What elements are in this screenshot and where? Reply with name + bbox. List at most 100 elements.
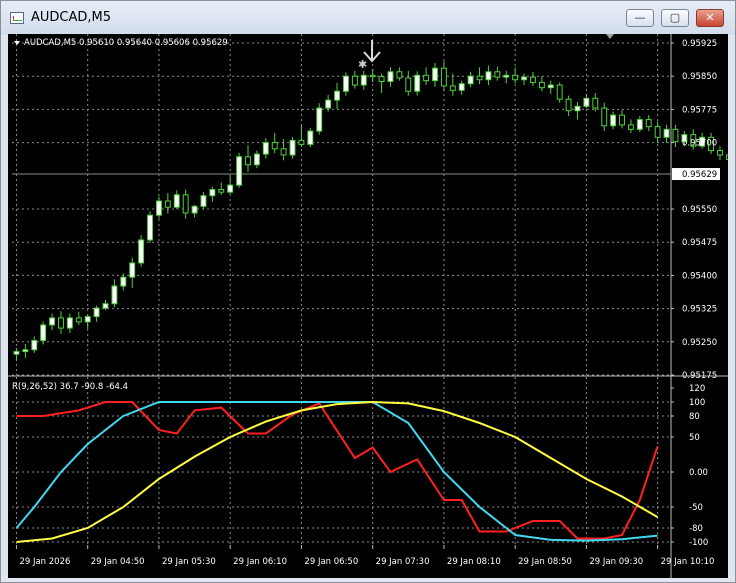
candle-body <box>262 142 269 155</box>
candle-body <box>245 156 251 166</box>
chart-area[interactable]: 0.95925 0.95850 0.95775 0.95700 0.95550 0.954… <box>8 34 728 578</box>
candle-body <box>512 74 519 81</box>
candle-body <box>725 154 728 160</box>
candle-body <box>636 119 643 130</box>
price-tick-label: 0.95925 <box>682 39 717 49</box>
candle-body <box>521 76 528 81</box>
maximize-icon: ▢ <box>669 11 681 24</box>
candle-body <box>307 130 314 145</box>
candle-body <box>717 150 723 156</box>
price-tick-label: 0.95700 <box>682 139 717 149</box>
time-tick-label: 29 Jan 05:30 <box>162 557 216 567</box>
minimize-button[interactable]: — <box>626 9 654 27</box>
indicator-tick-label: 120 <box>689 384 705 394</box>
indicator-tick-label: 0.00 <box>689 468 708 478</box>
price-tick-label: 0.95850 <box>682 72 717 82</box>
candle-body <box>209 189 216 197</box>
time-tick-label: 29 Jan 08:50 <box>518 557 572 567</box>
time-tick-label: 29 Jan 10:10 <box>661 557 715 567</box>
candle-body <box>414 74 421 92</box>
candle-body <box>218 189 225 193</box>
price-tick-label: 0.95400 <box>682 271 717 281</box>
candle-body <box>236 156 243 186</box>
candle-body <box>530 76 536 83</box>
candle-body <box>538 81 545 89</box>
candle-body <box>672 128 679 143</box>
candle-body <box>191 205 198 214</box>
candle-body <box>494 71 501 78</box>
time-tick-label: 29 Jan 2026 <box>19 557 70 567</box>
candle-body <box>325 99 332 109</box>
price-tick-label: 0.95250 <box>682 338 717 348</box>
candle-body <box>280 148 287 156</box>
chart-window-icon <box>10 12 24 24</box>
candle-body <box>31 339 38 351</box>
indicator-tick-label: -100 <box>689 538 708 548</box>
candle-body <box>120 276 127 287</box>
candle-body <box>619 114 625 126</box>
indicator-tick-label: -50 <box>689 503 703 513</box>
time-tick-label: 29 Jan 09:30 <box>589 557 643 567</box>
title-bar[interactable]: AUDCAD,M5 — ▢ ✕ <box>1 1 735 35</box>
window-title: AUDCAD,M5 <box>31 10 112 25</box>
candle-body <box>440 67 447 87</box>
time-tick-label: 29 Jan 06:10 <box>233 557 287 567</box>
candle-body <box>627 124 634 130</box>
indicator-tick-label: 100 <box>689 398 705 408</box>
close-button[interactable]: ✕ <box>696 9 724 27</box>
candle-body <box>84 316 91 323</box>
candle-body <box>200 195 207 207</box>
candle-body <box>147 214 153 241</box>
price-tick-label: 0.95775 <box>682 105 717 115</box>
indicator-header: R(9,26,52) 36.7 -90.8 -64.4 <box>12 382 128 392</box>
candle-body <box>58 317 64 329</box>
candle-body <box>458 83 465 91</box>
indicator-tick-label: 80 <box>689 412 700 422</box>
candle-body <box>360 74 367 86</box>
candle-body <box>387 71 394 83</box>
price-tick-label: 0.95475 <box>682 238 717 248</box>
candle-body <box>476 75 483 81</box>
candle-body <box>574 105 581 112</box>
candle-body <box>592 97 599 109</box>
candle-body <box>645 119 652 128</box>
candle-body <box>155 200 162 216</box>
candle-body <box>547 84 554 89</box>
time-tick-label: 29 Jan 06:50 <box>304 557 358 567</box>
candle-body <box>13 351 20 355</box>
current-price-label: 0.95629 <box>682 170 717 180</box>
candle-body <box>316 107 323 132</box>
candle-body <box>49 317 56 326</box>
candle-body <box>173 194 180 208</box>
candle-body <box>66 317 73 329</box>
candle-body <box>182 194 189 214</box>
indicator-tick-label: -80 <box>689 524 703 534</box>
candle-body <box>467 75 474 85</box>
candle-body <box>253 153 260 166</box>
candle-body <box>102 303 109 309</box>
candle-body <box>449 85 456 91</box>
candle-body <box>111 285 118 305</box>
candle-body <box>298 139 305 145</box>
minimize-icon: — <box>634 11 646 24</box>
candle-body <box>129 262 136 278</box>
candle-body <box>138 239 145 264</box>
close-icon: ✕ <box>705 11 715 24</box>
time-tick-label: 29 Jan 07:30 <box>376 557 430 567</box>
time-tick-label: 29 Jan 08:10 <box>447 557 501 567</box>
candle-body <box>601 107 608 127</box>
time-tick-label: 29 Jan 04:50 <box>91 557 145 567</box>
price-tick-label: 0.95550 <box>682 205 717 215</box>
candle-body <box>432 67 438 82</box>
candle-body <box>583 97 590 107</box>
price-header: AUDCAD,M5 0.95610 0.95640 0.95606 0.9562… <box>24 38 228 48</box>
candle-body <box>271 142 278 150</box>
candle-body <box>556 84 563 100</box>
candle-body <box>396 71 403 79</box>
candle-body <box>663 128 670 138</box>
maximize-button[interactable]: ▢ <box>661 9 689 27</box>
candle-body <box>423 74 430 82</box>
candle-body <box>22 349 29 353</box>
candle-body <box>405 77 412 92</box>
candle-body <box>93 307 100 318</box>
